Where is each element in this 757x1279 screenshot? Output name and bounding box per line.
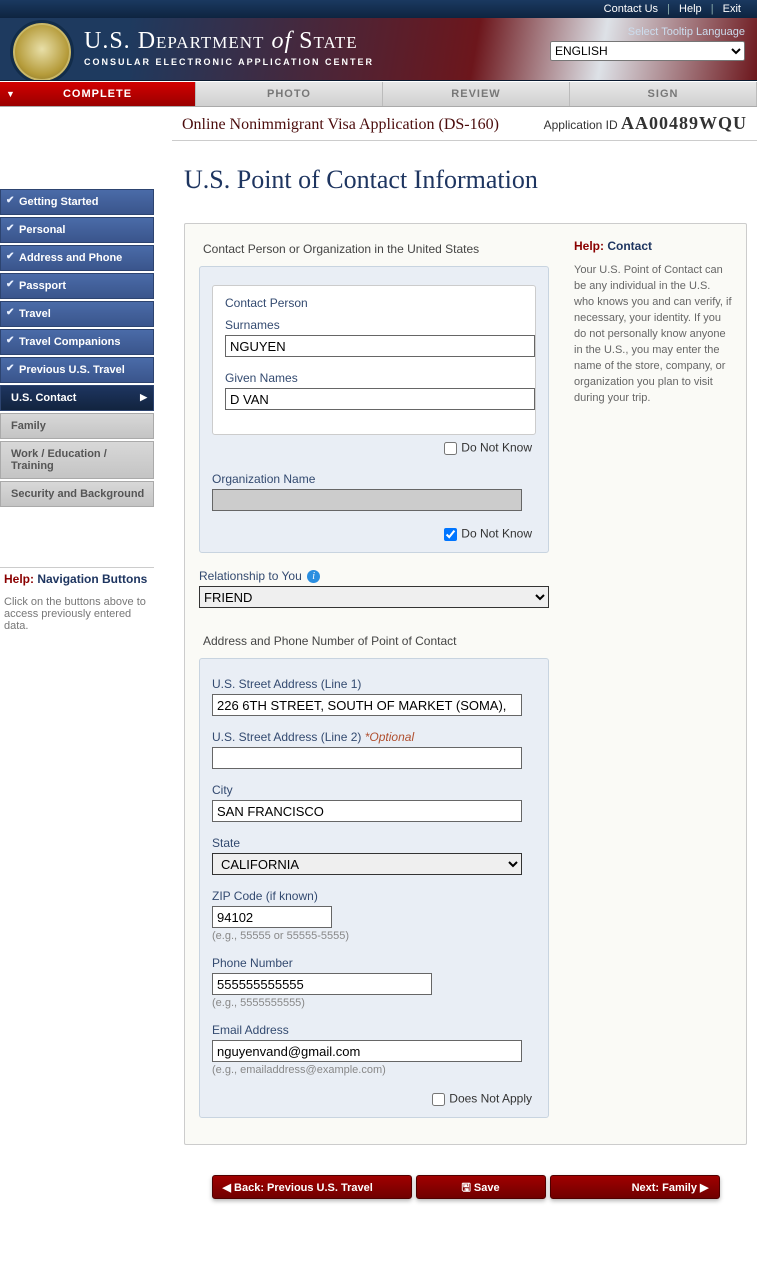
phone-label: Phone Number	[212, 956, 536, 970]
nav-u-s-contact[interactable]: U.S. Contact	[0, 385, 154, 411]
zip-label: ZIP Code (if known)	[212, 889, 536, 903]
nav-travel[interactable]: Travel	[0, 301, 154, 327]
exit-link[interactable]: Exit	[723, 3, 741, 15]
page-title: U.S. Point of Contact Information	[184, 165, 747, 195]
tab-photo[interactable]: PHOTO	[196, 82, 383, 106]
save-button[interactable]: 🖫 Save	[416, 1175, 546, 1199]
relationship-select[interactable]: FRIEND	[199, 586, 549, 608]
top-utility-bar: Contact Us | Help | Exit	[0, 0, 757, 18]
tab-sign[interactable]: SIGN	[570, 82, 757, 106]
phone-input[interactable]	[212, 973, 432, 995]
surnames-input[interactable]	[225, 335, 535, 357]
nav-travel-companions[interactable]: Travel Companions	[0, 329, 154, 355]
contact-person-legend: Contact Person	[225, 296, 523, 310]
addr1-label: U.S. Street Address (Line 1)	[212, 677, 536, 691]
addr2-input[interactable]	[212, 747, 522, 769]
city-label: City	[212, 783, 536, 797]
contact-person-dnk-label: Do Not Know	[461, 441, 532, 455]
nav-work-education-training[interactable]: Work / Education / Training	[0, 441, 154, 479]
organization-dnk-label: Do Not Know	[461, 527, 532, 541]
help-navigation-box: Help: Navigation Buttons Click on the bu…	[0, 567, 154, 636]
email-hint: (e.g., emailaddress@example.com)	[212, 1064, 536, 1076]
nav-security-and-background[interactable]: Security and Background	[0, 481, 154, 507]
organization-dnk-checkbox[interactable]	[444, 528, 457, 541]
application-id: Application ID AA00489WQU	[544, 113, 747, 134]
nav-previous-u-s-travel[interactable]: Previous U.S. Travel	[0, 357, 154, 383]
organization-label: Organization Name	[212, 472, 536, 486]
nav-passport[interactable]: Passport	[0, 273, 154, 299]
tab-complete[interactable]: COMPLETE	[0, 82, 196, 106]
nav-address-and-phone[interactable]: Address and Phone	[0, 245, 154, 271]
contact-us-link[interactable]: Contact Us	[604, 3, 658, 15]
progress-tabs: COMPLETE PHOTO REVIEW SIGN	[0, 81, 757, 107]
city-input[interactable]	[212, 800, 522, 822]
zip-input[interactable]	[212, 906, 332, 928]
help-contact-box: Help: Contact Your U.S. Point of Contact…	[574, 238, 732, 407]
next-button[interactable]: Next: Family ▶	[550, 1175, 720, 1199]
site-header: U.S. Department of State CONSULAR ELECTR…	[0, 18, 757, 81]
organization-input	[212, 489, 522, 511]
contact-person-dnk-checkbox[interactable]	[444, 442, 457, 455]
section-address-heading: Address and Phone Number of Point of Con…	[203, 634, 549, 648]
given-names-input[interactable]	[225, 388, 535, 410]
nav-getting-started[interactable]: Getting Started	[0, 189, 154, 215]
language-label: Select Tooltip Language	[550, 26, 745, 38]
nav-personal[interactable]: Personal	[0, 217, 154, 243]
phone-hint: (e.g., 5555555555)	[212, 997, 536, 1009]
tab-review[interactable]: REVIEW	[383, 82, 570, 106]
nav-family[interactable]: Family	[0, 413, 154, 439]
form-panel: Help: Contact Your U.S. Point of Contact…	[184, 223, 747, 1145]
relationship-label: Relationship to You i	[199, 569, 549, 583]
language-select[interactable]: ENGLISH	[550, 41, 745, 61]
back-button[interactable]: ◀ Back: Previous U.S. Travel	[212, 1175, 412, 1199]
surnames-label: Surnames	[225, 318, 523, 332]
site-title: U.S. Department of State CONSULAR ELECTR…	[84, 28, 374, 67]
email-input[interactable]	[212, 1040, 522, 1062]
zip-hint: (e.g., 55555 or 55555-5555)	[212, 930, 536, 942]
addr2-label: U.S. Street Address (Line 2) *Optional	[212, 730, 536, 744]
email-dna-checkbox[interactable]	[432, 1093, 445, 1106]
state-select[interactable]: CALIFORNIA	[212, 853, 522, 875]
section-contact-heading: Contact Person or Organization in the Un…	[203, 242, 549, 256]
state-dept-seal-icon	[10, 20, 74, 81]
given-names-label: Given Names	[225, 371, 523, 385]
email-label: Email Address	[212, 1023, 536, 1037]
app-title: Online Nonimmigrant Visa Application (DS…	[182, 116, 499, 134]
help-link[interactable]: Help	[679, 3, 702, 15]
email-dna-label: Does Not Apply	[449, 1092, 532, 1106]
info-icon[interactable]: i	[307, 570, 320, 583]
state-label: State	[212, 836, 536, 850]
addr1-input[interactable]	[212, 694, 522, 716]
